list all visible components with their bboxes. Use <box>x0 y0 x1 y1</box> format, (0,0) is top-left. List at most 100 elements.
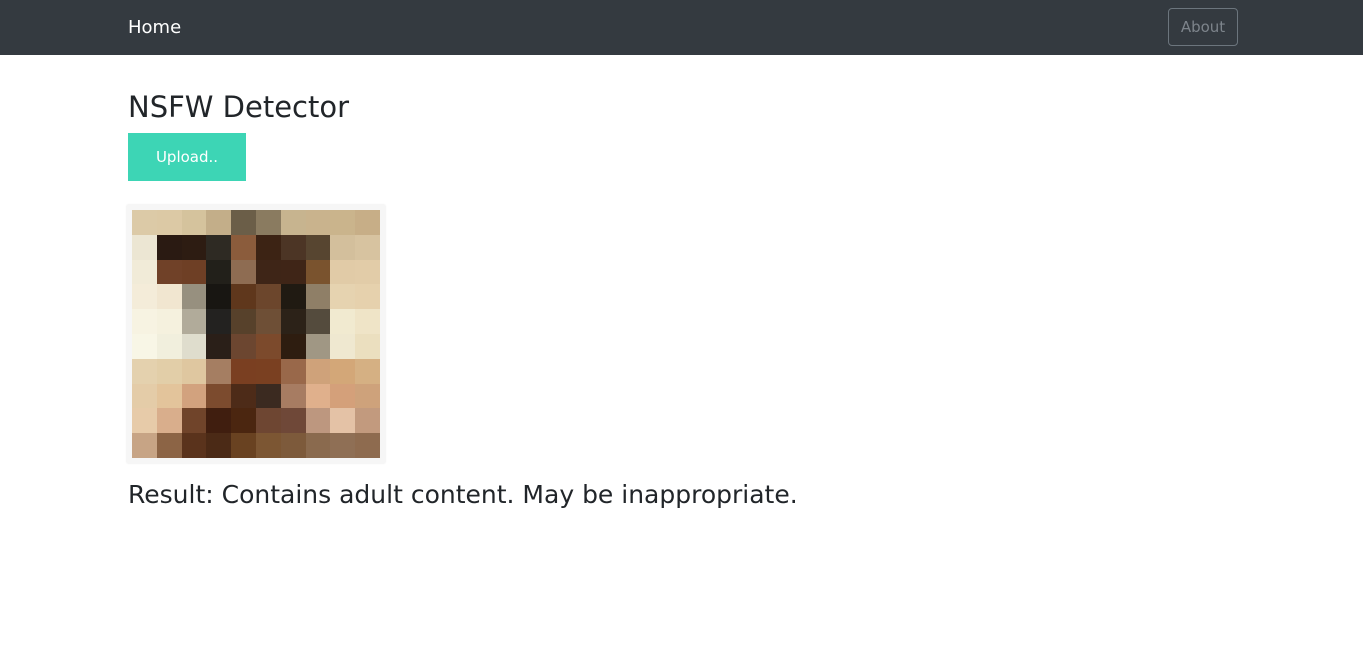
image-pixel <box>305 234 331 260</box>
image-pixel <box>181 408 207 434</box>
image-pixel <box>231 284 256 310</box>
image-pixel <box>305 383 331 409</box>
image-pixel <box>231 433 256 458</box>
image-pixel <box>355 433 380 458</box>
image-pixel <box>206 234 232 260</box>
image-pixel <box>206 333 232 359</box>
image-pixel <box>231 234 256 260</box>
image-pixel <box>206 433 232 458</box>
image-pixel <box>255 358 281 384</box>
image-pixel <box>132 333 157 359</box>
image-pixel <box>305 358 331 384</box>
top-navbar: Home About <box>0 0 1363 55</box>
image-pixel <box>156 408 182 434</box>
image-pixel <box>132 408 157 434</box>
image-pixel <box>330 433 356 458</box>
image-pixel <box>280 333 306 359</box>
image-pixel <box>280 408 306 434</box>
image-pixel <box>330 234 356 260</box>
image-pixel <box>255 333 281 359</box>
image-pixel <box>255 259 281 285</box>
image-pixel <box>330 383 356 409</box>
image-pixel <box>255 383 281 409</box>
image-pixel <box>181 358 207 384</box>
image-pixel <box>132 234 157 260</box>
image-pixel <box>231 309 256 334</box>
image-pixel <box>156 309 182 334</box>
image-pixel <box>231 333 256 359</box>
image-pixel <box>355 259 380 285</box>
image-pixel <box>330 210 356 235</box>
image-pixel <box>280 309 306 334</box>
image-pixel <box>255 433 281 458</box>
image-pixel <box>231 408 256 434</box>
image-pixel <box>206 383 232 409</box>
image-pixel <box>280 210 306 235</box>
image-pixel <box>355 309 380 334</box>
image-pixel <box>156 234 182 260</box>
image-pixel <box>305 433 331 458</box>
image-pixel <box>231 383 256 409</box>
image-pixel <box>132 259 157 285</box>
image-pixel <box>156 210 182 235</box>
image-pixel <box>132 284 157 310</box>
image-pixel <box>181 284 207 310</box>
result-text: Result: Contains adult content. May be i… <box>128 480 798 509</box>
image-pixel <box>132 383 157 409</box>
image-pixel <box>355 333 380 359</box>
image-pixel <box>255 210 281 235</box>
image-pixel <box>280 259 306 285</box>
image-pixel <box>255 408 281 434</box>
image-pixel <box>206 210 232 235</box>
image-pixel <box>206 408 232 434</box>
image-pixel <box>231 210 256 235</box>
about-button[interactable]: About <box>1168 8 1238 46</box>
image-pixel <box>181 433 207 458</box>
image-pixel <box>280 358 306 384</box>
image-pixel <box>330 408 356 434</box>
image-pixel <box>280 383 306 409</box>
image-pixel <box>255 234 281 260</box>
image-pixel <box>156 383 182 409</box>
image-pixel <box>206 309 232 334</box>
image-pixel <box>305 309 331 334</box>
image-pixel <box>355 234 380 260</box>
page-title: NSFW Detector <box>128 90 350 124</box>
image-pixel <box>305 210 331 235</box>
image-pixel <box>330 358 356 384</box>
image-pixel <box>231 259 256 285</box>
image-pixel <box>255 284 281 310</box>
image-pixel <box>206 284 232 310</box>
image-pixel <box>280 433 306 458</box>
pixelated-image-preview <box>132 210 380 458</box>
image-pixel <box>181 383 207 409</box>
image-pixel <box>181 259 207 285</box>
image-pixel <box>206 259 232 285</box>
image-pixel <box>330 309 356 334</box>
home-link[interactable]: Home <box>128 15 181 41</box>
image-pixel <box>280 284 306 310</box>
image-pixel <box>156 333 182 359</box>
image-pixel <box>156 259 182 285</box>
image-pixel <box>355 284 380 310</box>
image-pixel <box>132 309 157 334</box>
image-pixel <box>305 408 331 434</box>
image-pixel <box>156 358 182 384</box>
image-pixel <box>355 408 380 434</box>
image-pixel <box>181 234 207 260</box>
image-pixel <box>280 234 306 260</box>
image-pixel <box>231 358 256 384</box>
image-pixel <box>206 358 232 384</box>
image-pixel <box>330 259 356 285</box>
image-preview-frame <box>127 205 385 463</box>
upload-button[interactable]: Upload.. <box>128 133 246 181</box>
image-pixel <box>255 309 281 334</box>
image-pixel <box>330 284 356 310</box>
image-pixel <box>330 333 356 359</box>
image-pixel <box>305 284 331 310</box>
image-pixel <box>132 210 157 235</box>
image-pixel <box>355 358 380 384</box>
image-pixel <box>305 259 331 285</box>
image-pixel <box>181 333 207 359</box>
image-pixel <box>132 433 157 458</box>
